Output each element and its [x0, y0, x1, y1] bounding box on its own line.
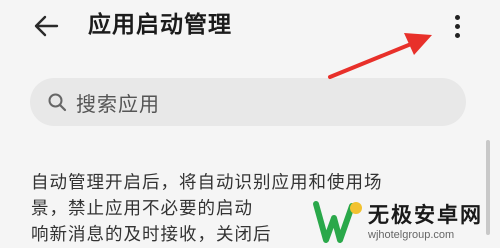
- more-vertical-icon-dot: [454, 32, 460, 38]
- watermark-title: 无极安卓网: [368, 203, 483, 227]
- more-options-button[interactable]: [444, 8, 470, 44]
- search-input[interactable]: 搜索应用: [30, 78, 466, 126]
- watermark: 无极安卓网 wjhotelgroup.com: [310, 196, 500, 248]
- more-vertical-icon-dot: [454, 23, 460, 29]
- search-icon: [46, 91, 68, 113]
- page-title: 应用启动管理: [88, 12, 232, 38]
- app-bar: 应用启动管理: [0, 0, 500, 60]
- arrow-left-icon: [34, 15, 59, 37]
- watermark-url: wjhotelgroup.com: [368, 229, 455, 241]
- search-placeholder: 搜索应用: [76, 91, 160, 116]
- back-button[interactable]: [26, 8, 66, 44]
- watermark-logo-icon: [313, 201, 362, 243]
- more-vertical-icon: [454, 14, 460, 20]
- description-line: 自动管理开启后，将自动识别应用和使用场: [31, 173, 383, 193]
